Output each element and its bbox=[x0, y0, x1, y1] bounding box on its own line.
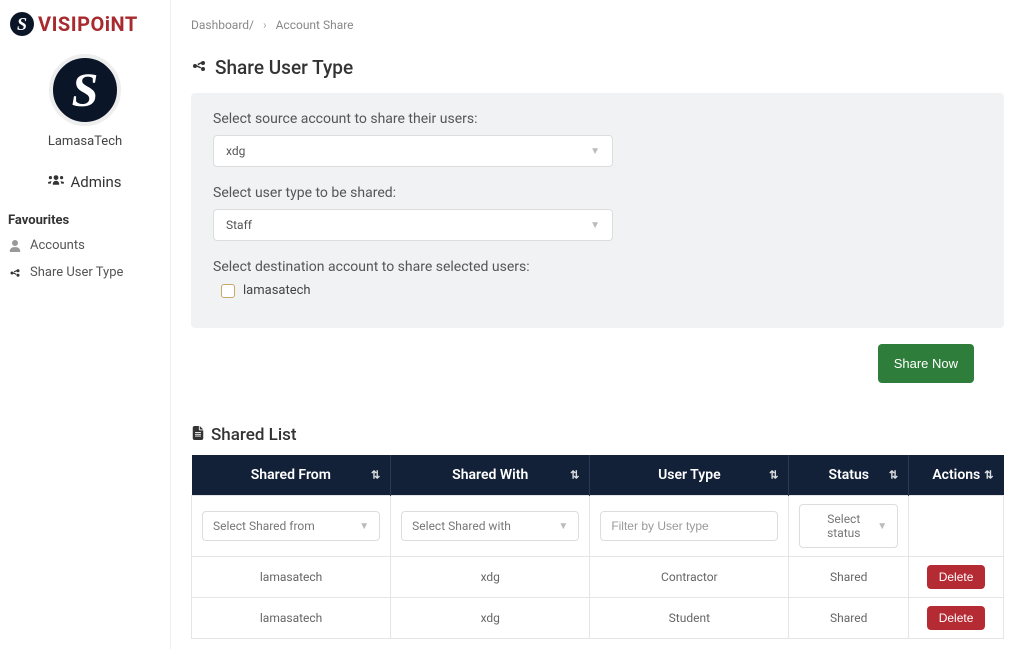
share-form-panel: Select source account to share their use… bbox=[191, 93, 1004, 328]
th-label: Actions bbox=[932, 467, 980, 483]
main-content: Dashboard/ › Account Share Share User Ty… bbox=[170, 0, 1024, 649]
table-row: lamasatech xdg Contractor Shared Delete bbox=[192, 557, 1004, 598]
source-select-value: xdg bbox=[226, 144, 245, 158]
filter-user-type[interactable] bbox=[600, 511, 778, 541]
shared-list-title-text: Shared List bbox=[211, 425, 297, 445]
sort-icon: ⇅ bbox=[769, 469, 778, 482]
th-shared-with[interactable]: Shared With ⇅ bbox=[391, 455, 590, 496]
usertype-label: Select user type to be shared: bbox=[213, 185, 982, 201]
brand-logo-text: VISIPOiNT bbox=[38, 12, 138, 36]
chevron-down-icon: ▼ bbox=[877, 521, 887, 532]
filter-shared-from[interactable]: Select Shared from ▼ bbox=[202, 511, 380, 541]
page-title-text: Share User Type bbox=[215, 56, 353, 79]
th-label: Status bbox=[828, 467, 868, 483]
sidebar-item-label: Accounts bbox=[30, 238, 85, 253]
user-icon bbox=[8, 240, 22, 252]
chevron-down-icon: ▼ bbox=[558, 521, 568, 532]
admins-label: Admins bbox=[70, 173, 121, 191]
checkbox-icon[interactable] bbox=[221, 284, 235, 298]
delete-button[interactable]: Delete bbox=[927, 606, 986, 630]
dest-label: Select destination account to share sele… bbox=[213, 259, 982, 275]
share-now-button[interactable]: Share Now bbox=[878, 344, 974, 383]
delete-button[interactable]: Delete bbox=[927, 565, 986, 589]
share-icon bbox=[191, 56, 207, 79]
sidebar-item-label: Share User Type bbox=[30, 265, 123, 280]
filter-shared-with[interactable]: Select Shared with ▼ bbox=[401, 511, 579, 541]
cell-shared-with: xdg bbox=[391, 557, 590, 598]
users-icon bbox=[48, 173, 64, 191]
sort-icon: ⇅ bbox=[984, 469, 993, 482]
brand-logo[interactable]: S VISIPOiNT bbox=[0, 10, 170, 46]
share-button-row: Share Now bbox=[191, 344, 1004, 383]
page-title: Share User Type bbox=[191, 56, 1004, 79]
cell-status: Shared bbox=[789, 557, 909, 598]
cell-shared-from: lamasatech bbox=[192, 598, 391, 639]
cell-shared-from: lamasatech bbox=[192, 557, 391, 598]
th-shared-from[interactable]: Shared From ⇅ bbox=[192, 455, 391, 496]
share-icon bbox=[8, 267, 22, 279]
table-row: lamasatech xdg Student Shared Delete bbox=[192, 598, 1004, 639]
chevron-right-icon: › bbox=[263, 18, 267, 32]
filter-label: Select status bbox=[810, 512, 877, 540]
filter-row: Select Shared from▼ Select Shared with▼ … bbox=[192, 496, 1004, 557]
shared-list-title: Shared List bbox=[191, 425, 1004, 445]
avatar[interactable]: S bbox=[49, 54, 121, 126]
filter-status[interactable]: Select status▼ bbox=[799, 504, 898, 548]
cell-status: Shared bbox=[789, 598, 909, 639]
org-name: LamasaTech bbox=[0, 134, 170, 149]
brand-logo-icon: S bbox=[10, 12, 34, 36]
sidebar-item-accounts[interactable]: Accounts bbox=[0, 232, 170, 259]
shared-list-table: Shared From ⇅ Shared With ⇅ User Type ⇅ Sta… bbox=[191, 455, 1004, 639]
sidebar-item-share-user-type[interactable]: Share User Type bbox=[0, 259, 170, 286]
th-user-type[interactable]: User Type ⇅ bbox=[590, 455, 789, 496]
filter-label: Select Shared from bbox=[213, 519, 315, 533]
chevron-down-icon: ▼ bbox=[590, 220, 600, 231]
th-label: Shared With bbox=[452, 467, 528, 483]
list-icon bbox=[191, 425, 205, 445]
source-label: Select source account to share their use… bbox=[213, 111, 982, 127]
avatar-block: S LamasaTech bbox=[0, 46, 170, 155]
cell-user-type: Contractor bbox=[590, 557, 789, 598]
sidebar: S VISIPOiNT S LamasaTech Admins Favourit… bbox=[0, 0, 170, 649]
th-label: Shared From bbox=[251, 467, 331, 483]
dest-checkbox-row[interactable]: lamasatech bbox=[213, 283, 982, 298]
usertype-select-value: Staff bbox=[226, 218, 252, 232]
breadcrumb-root[interactable]: Dashboard/ bbox=[191, 18, 254, 32]
favourites-header: Favourites bbox=[0, 209, 170, 232]
th-status[interactable]: Status ⇅ bbox=[789, 455, 909, 496]
cell-user-type: Student bbox=[590, 598, 789, 639]
filter-label: Select Shared with bbox=[412, 519, 511, 533]
th-label: User Type bbox=[658, 467, 721, 483]
usertype-select[interactable]: Staff ▼ bbox=[213, 209, 613, 241]
breadcrumb-current: Account Share bbox=[276, 18, 354, 32]
sort-icon: ⇅ bbox=[889, 469, 898, 482]
th-actions[interactable]: Actions ⇅ bbox=[909, 455, 1004, 496]
source-select[interactable]: xdg ▼ bbox=[213, 135, 613, 167]
dest-checkbox-label: lamasatech bbox=[243, 283, 311, 298]
breadcrumb: Dashboard/ › Account Share bbox=[191, 18, 1004, 32]
chevron-down-icon: ▼ bbox=[590, 146, 600, 157]
sort-icon: ⇅ bbox=[570, 469, 579, 482]
cell-shared-with: xdg bbox=[391, 598, 590, 639]
sort-icon: ⇅ bbox=[371, 469, 380, 482]
admins-link[interactable]: Admins bbox=[0, 155, 170, 209]
chevron-down-icon: ▼ bbox=[359, 521, 369, 532]
